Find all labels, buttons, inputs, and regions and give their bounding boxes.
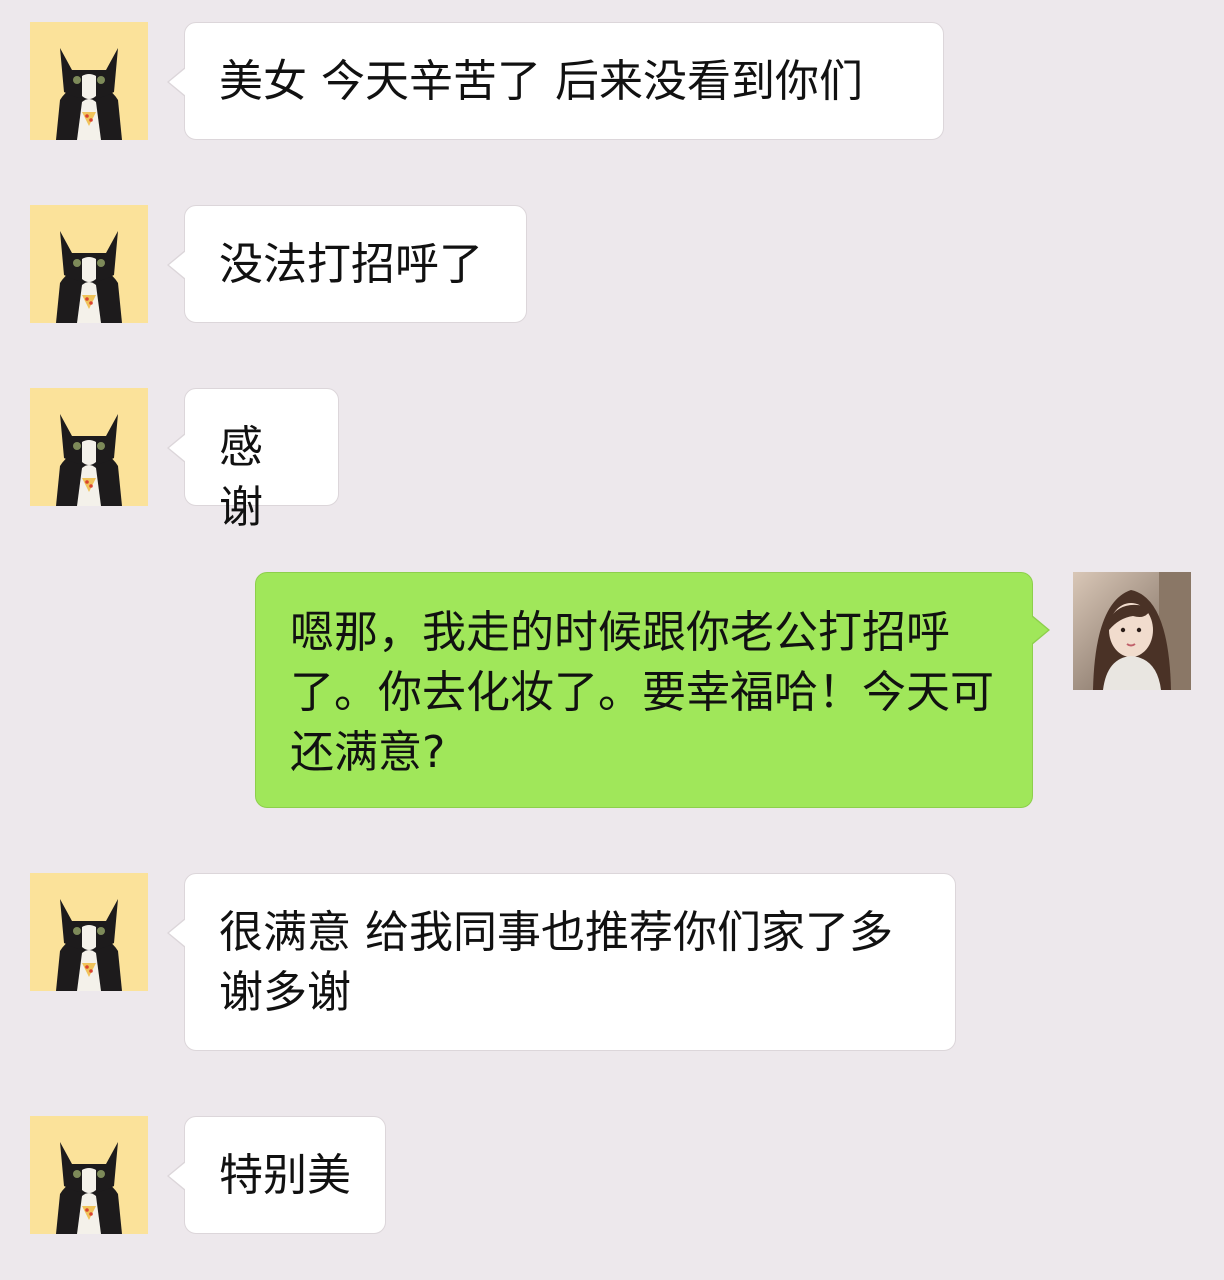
message-text: 感谢 [219,422,263,533]
message-text: 美女 今天辛苦了 后来没看到你们 [219,56,863,107]
message-bubble-incoming[interactable]: 很满意 给我同事也推荐你们家了多谢多谢 [167,873,956,1051]
message-bubble-incoming[interactable]: 感谢 [167,388,339,533]
contact-avatar[interactable] [30,205,148,323]
user-photo-avatar [1073,572,1191,690]
contact-avatar[interactable] [30,388,148,506]
contact-avatar[interactable] [30,873,148,991]
message-bubble-outgoing[interactable]: 嗯那，我走的时候跟你老公打招呼了。你去化妆了。要幸福哈！今天可还满意? [255,572,1050,808]
message-bubble-incoming[interactable]: 美女 今天辛苦了 后来没看到你们 [167,22,944,140]
self-avatar[interactable] [1073,572,1191,690]
message-bubble-incoming[interactable]: 特别美 [167,1116,386,1234]
cat-avatar-icon [30,873,148,991]
contact-avatar[interactable] [30,1116,148,1234]
message-text: 嗯那，我走的时候跟你老公打招呼了。你去化妆了。要幸福哈！今天可还满意? [290,607,994,778]
message-text: 没法打招呼了 [219,239,483,290]
message-text: 特别美 [219,1150,351,1201]
cat-avatar-icon [30,205,148,323]
message-bubble-incoming[interactable]: 没法打招呼了 [167,205,527,323]
cat-avatar-icon [30,22,148,140]
message-text: 很满意 给我同事也推荐你们家了多谢多谢 [219,907,893,1018]
contact-avatar[interactable] [30,22,148,140]
cat-avatar-icon [30,1116,148,1234]
cat-avatar-icon [30,388,148,506]
